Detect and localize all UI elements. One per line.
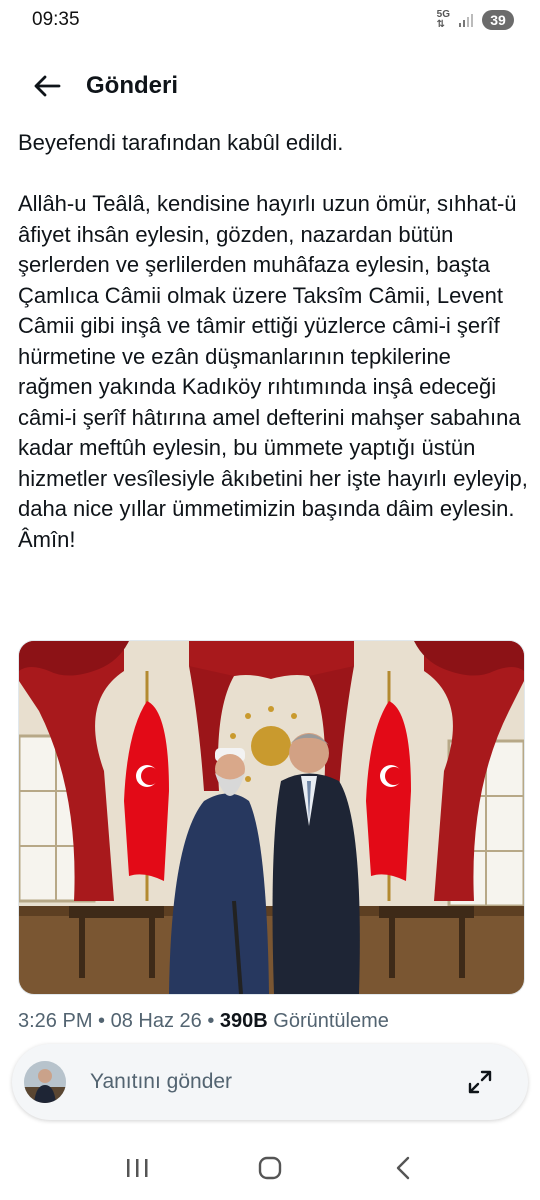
avatar-image — [24, 1061, 66, 1103]
recent-apps-button[interactable] — [107, 1143, 167, 1193]
avatar — [24, 1061, 66, 1103]
views-label: Görüntüleme — [273, 1010, 389, 1032]
reply-input[interactable]: Yanıtını gönder — [90, 1070, 460, 1094]
recent-apps-icon — [126, 1159, 148, 1177]
expand-button[interactable] — [460, 1062, 500, 1102]
arrow-left-icon — [34, 75, 61, 97]
status-bar: 09:35 5G ⇅ 39 — [0, 0, 540, 40]
tweet-photo[interactable] — [18, 640, 525, 995]
battery-icon: 39 — [482, 10, 514, 30]
system-nav-bar — [0, 1136, 540, 1200]
home-button[interactable] — [240, 1143, 300, 1193]
chevron-left-icon — [397, 1156, 410, 1180]
reply-composer[interactable]: Yanıtını gönder — [12, 1044, 528, 1120]
tweet-text: Beyefendi tarafından kabûl edildi. Allâh… — [18, 130, 528, 552]
views-count: 390B — [219, 1010, 268, 1032]
system-back-button[interactable] — [373, 1143, 433, 1193]
status-time: 09:35 — [32, 9, 80, 30]
status-icons: 5G ⇅ 39 — [437, 10, 514, 30]
tweet-meta: 3:26 PM • 08 Haz 26 • 390B Görüntüleme — [18, 1010, 389, 1032]
signal-icon — [459, 14, 473, 27]
home-icon — [258, 1156, 282, 1180]
top-app-bar: Gönderi — [0, 40, 540, 132]
page-title: Gönderi — [86, 72, 179, 99]
photo-illustration — [19, 641, 524, 994]
back-button[interactable] — [30, 69, 64, 103]
tweet-time: 3:26 PM — [18, 1010, 93, 1032]
tweet-date: 08 Haz 26 — [110, 1010, 202, 1032]
expand-icon — [468, 1070, 492, 1094]
network-icon: 5G ⇅ — [436, 9, 450, 30]
